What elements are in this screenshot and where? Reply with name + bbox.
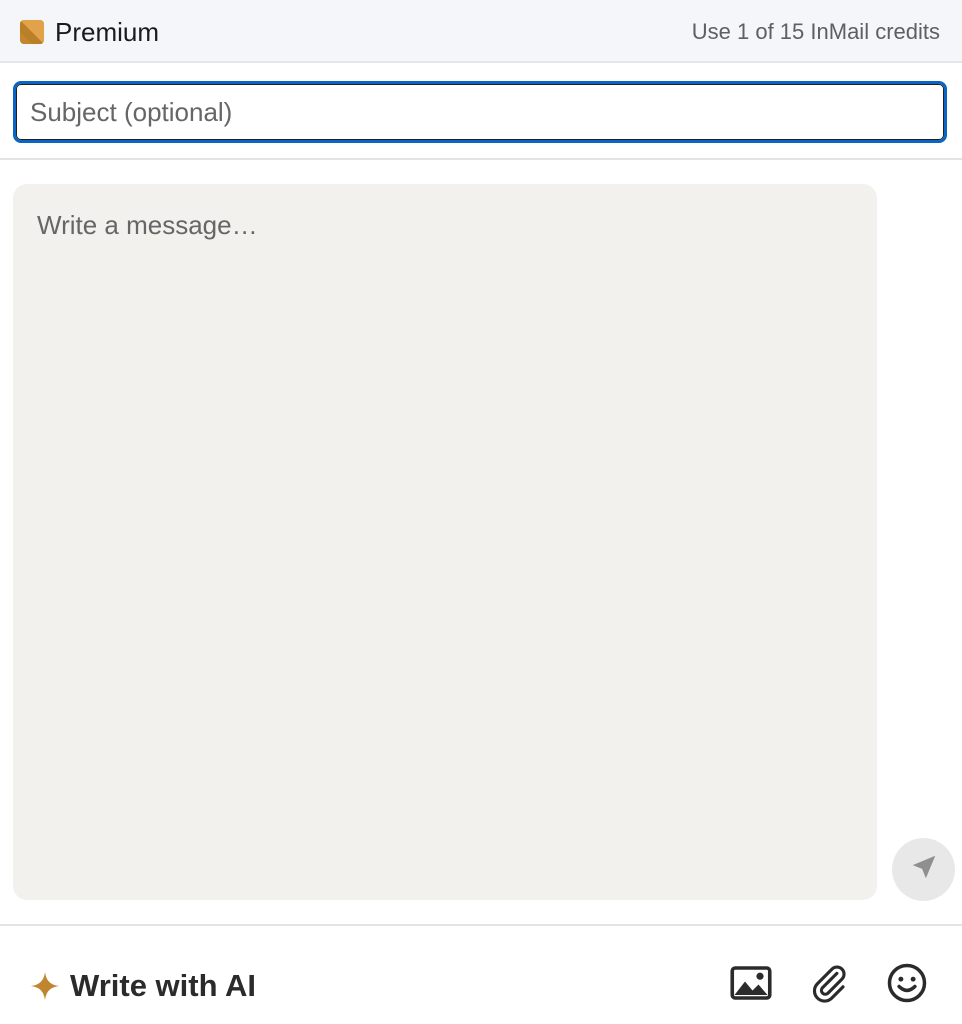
attach-image-button[interactable] [728, 962, 774, 1008]
divider [0, 158, 962, 160]
sparkle-icon [28, 969, 62, 1003]
premium-label: Premium [55, 17, 160, 47]
inmail-credits-text: Use 1 of 15 InMail credits [691, 19, 940, 44]
paperclip-icon [808, 962, 850, 1009]
subject-input[interactable] [16, 84, 944, 140]
write-with-ai-label: Write with AI [70, 968, 256, 1003]
emoji-button[interactable] [884, 962, 930, 1008]
send-icon [909, 852, 939, 887]
write-with-ai-button[interactable]: Write with AI [28, 962, 256, 1010]
send-button[interactable] [892, 838, 955, 901]
emoji-icon [886, 962, 928, 1009]
premium-badge-icon [20, 20, 44, 44]
inmail-composer: Premium Use 1 of 15 InMail credits Write… [0, 0, 962, 1024]
subject-field [13, 81, 947, 143]
message-box [13, 184, 877, 900]
image-icon [730, 965, 772, 1006]
message-input[interactable] [13, 184, 877, 900]
divider [0, 924, 962, 926]
attach-file-button[interactable] [806, 962, 852, 1008]
composer-header: Premium Use 1 of 15 InMail credits [0, 0, 962, 63]
